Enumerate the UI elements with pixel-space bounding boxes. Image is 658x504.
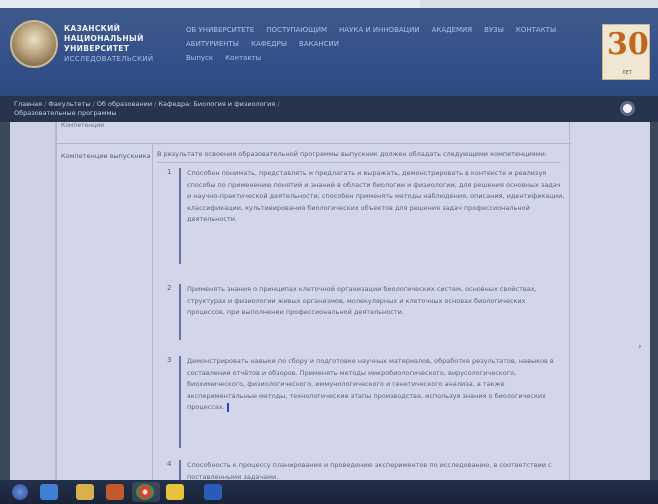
version-toggle-icon[interactable] <box>620 101 635 116</box>
nav-link-academy[interactable]: АКАДЕМИЯ <box>432 26 473 34</box>
screen-top-strip-left <box>0 0 420 8</box>
list-item-marker <box>179 284 181 340</box>
breadcrumb-item-current: Образовательные программы <box>14 109 117 117</box>
nav-link-applicants[interactable]: ПОСТУПАЮЩИМ <box>266 26 327 34</box>
list-item-marker <box>179 168 181 264</box>
os-taskbar <box>0 480 658 504</box>
anniversary-badge[interactable]: 30 ЛЕТ <box>602 24 650 80</box>
word-icon[interactable] <box>204 484 222 500</box>
list-item: 1 Способен понимать, представлять и пред… <box>167 168 567 272</box>
folder-icon[interactable] <box>76 484 94 500</box>
list-item-text: Демонстрировать навыки по сбору и подгот… <box>187 356 565 414</box>
table-label-cell: Компетенции выпускника <box>57 144 153 480</box>
breadcrumb: Главная / Факультеты / Об образовании / … <box>14 100 374 118</box>
site-header: КАЗАНСКИЙ НАЦИОНАЛЬНЫЙ УНИВЕРСИТЕТ ИССЛЕ… <box>0 8 658 96</box>
competencies-table: Компетенции Компетенции выпускника В рез… <box>56 122 571 481</box>
list-item: 2 Применять знания о принципах клеточной… <box>167 284 567 344</box>
content-page: Компетенции Компетенции выпускника В рез… <box>10 122 650 481</box>
breadcrumb-bar: Главная / Факультеты / Об образовании / … <box>0 96 658 122</box>
competencies-intro: В результате освоения образовательной пр… <box>157 150 561 163</box>
list-item-text: Способен понимать, представлять и предла… <box>187 169 565 223</box>
university-logo-icon[interactable] <box>10 20 58 68</box>
list-item-number: 3 <box>167 356 172 364</box>
university-name-line-3: УНИВЕРСИТЕТ <box>64 44 130 53</box>
nav-link-universities[interactable]: ВУЗЫ <box>484 26 504 34</box>
internet-explorer-icon[interactable] <box>40 484 58 500</box>
university-name-line-2: НАЦИОНАЛЬНЫЙ <box>64 34 144 43</box>
top-navigation: ОБ УНИВЕРСИТЕТЕ ПОСТУПАЮЩИМ НАУКА И ИННО… <box>186 26 586 68</box>
nav-link-entrants[interactable]: АБИТУРИЕНТЫ <box>186 40 239 48</box>
university-name-line-1: КАЗАНСКИЙ <box>64 24 121 33</box>
nav-link-science[interactable]: НАУКА И ИННОВАЦИИ <box>339 26 420 34</box>
left-margin-column <box>10 122 56 480</box>
list-item-text: Применять знания о принципах клеточной о… <box>187 285 537 316</box>
text-cursor <box>226 402 229 412</box>
university-subtitle: ИССЛЕДОВАТЕЛЬСКИЙ <box>64 55 154 63</box>
table-label-text: Компетенции выпускника <box>61 152 151 160</box>
table-header-row: Компетенции <box>57 122 571 144</box>
breadcrumb-item[interactable]: Факультеты <box>48 100 90 108</box>
list-item-text-content: Демонстрировать навыки по сбору и подгот… <box>187 357 554 411</box>
list-item-number: 2 <box>167 284 172 292</box>
list-item-marker <box>179 356 181 448</box>
breadcrumb-item[interactable]: Кафедра: Биология и физиология <box>158 100 275 108</box>
list-item-number: 4 <box>167 460 172 468</box>
nav-link-contacts[interactable]: КОНТАКТЫ <box>516 26 556 34</box>
scroll-arrow-icon[interactable]: › <box>638 342 646 354</box>
breadcrumb-item[interactable]: Главная <box>14 100 42 108</box>
chrome-icon[interactable] <box>136 484 154 500</box>
nav-link-departments[interactable]: КАФЕДРЫ <box>251 40 287 48</box>
nav-link-contacts-2[interactable]: Контакты <box>225 54 261 62</box>
breadcrumb-item[interactable]: Об образовании <box>97 100 152 108</box>
list-item: 3 Демонстрировать навыки по сбору и подг… <box>167 356 567 452</box>
list-item-marker <box>179 460 181 480</box>
anniversary-number: 30 <box>607 27 649 62</box>
nav-link-vacancies[interactable]: ВАКАНСИИ <box>299 40 339 48</box>
screen-top-strip <box>0 0 658 8</box>
nav-link-about[interactable]: ОБ УНИВЕРСИТЕТЕ <box>186 26 254 34</box>
start-icon[interactable] <box>12 484 28 500</box>
anniversary-label: ЛЕТ <box>622 70 632 76</box>
list-item-number: 1 <box>167 168 172 176</box>
yandex-icon[interactable] <box>166 484 184 500</box>
nav-link-graduates[interactable]: Выпуск <box>186 54 213 62</box>
media-player-icon[interactable] <box>106 484 124 500</box>
university-name[interactable]: КАЗАНСКИЙ НАЦИОНАЛЬНЫЙ УНИВЕРСИТЕТ ИССЛЕ… <box>64 24 174 64</box>
breadcrumb-separator: / <box>277 100 280 108</box>
table-content-cell: В результате освоения образовательной пр… <box>157 144 567 481</box>
table-header-text: Компетенции <box>61 122 105 129</box>
